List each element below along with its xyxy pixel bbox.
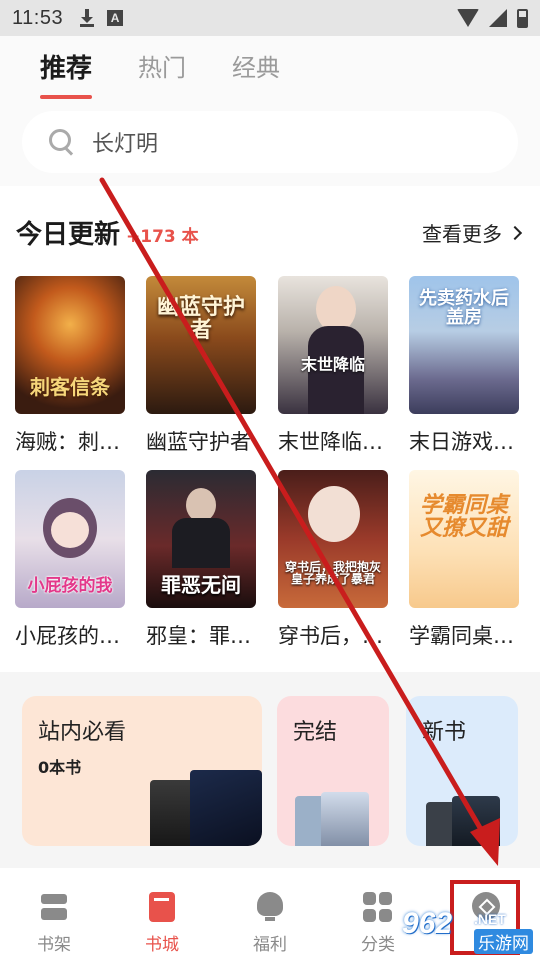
book-cover: 学霸同桌又撩又甜: [409, 470, 519, 608]
cover-title: 末世降临: [300, 355, 365, 375]
tab-hot[interactable]: 热门: [138, 48, 186, 99]
nav-label: 分类: [361, 935, 395, 955]
book-name: 海贼：刺…: [15, 430, 120, 454]
tab-bar: 推荐 热门 经典: [40, 48, 280, 99]
update-count: +173 本: [126, 227, 199, 247]
cover-title: 刺客信条: [30, 375, 110, 399]
chevron-right-icon: [507, 225, 523, 240]
status-icons-left: A: [79, 9, 124, 27]
mini-book-cover: [321, 792, 369, 846]
book-name: 邪皇：罪…: [146, 624, 251, 648]
nav-label: 福利: [253, 935, 287, 955]
mini-book-cover: [190, 770, 262, 846]
book-cover: 幽蓝守护者: [146, 276, 256, 414]
category-cards: 站内必看 0本书 完结 新书: [0, 672, 540, 868]
book-item[interactable]: 罪恶无间 邪皇：罪…: [146, 470, 258, 650]
book-item[interactable]: 学霸同桌又撩又甜 学霸同桌…: [409, 470, 521, 650]
book-name: 穿书后，…: [278, 624, 383, 648]
bookshelf-icon: [39, 892, 69, 922]
status-icons-right: [457, 8, 528, 28]
search-input[interactable]: 长灯明: [22, 111, 518, 173]
book-item[interactable]: 刺客信条 海贼：刺…: [15, 276, 127, 456]
nav-label: 书城: [145, 935, 179, 955]
watermark-suffix: .NET: [474, 911, 506, 927]
tab-classic[interactable]: 经典: [232, 48, 280, 99]
battery-icon: [517, 8, 528, 28]
status-bar: 11:53 A: [0, 0, 540, 36]
cover-title: 学霸同桌又撩又甜: [419, 493, 508, 542]
card-title: 新书: [422, 720, 467, 745]
card-title: 完结: [293, 720, 338, 745]
nav-label: 书架: [37, 935, 71, 955]
download-icon: [79, 9, 95, 27]
book-icon: [149, 892, 175, 922]
site-watermark: 962 .NET 乐游网: [402, 905, 536, 957]
book-item[interactable]: 穿书后，我把抱灰皇子养成了暴君 穿书后，…: [278, 470, 390, 650]
search-icon: [48, 128, 76, 156]
today-update-section: 今日更新 +173 本 查看更多 刺客信条 海贼：刺… 幽蓝守护者 幽蓝守护者 …: [0, 186, 540, 672]
book-cover: 刺客信条: [15, 276, 125, 414]
update-count-value: 173 本: [140, 227, 199, 247]
book-item[interactable]: 幽蓝守护者 幽蓝守护者: [146, 276, 258, 456]
nav-bookstore[interactable]: 书城: [112, 868, 212, 960]
cover-title: 穿书后，我把抱灰皇子养成了暴君: [284, 559, 381, 587]
signal-icon: [489, 9, 507, 27]
cover-title: 小屁孩的我: [27, 576, 113, 597]
book-cover: 小屁孩的我: [15, 470, 125, 608]
a-icon: A: [107, 10, 124, 26]
book-cover: 罪恶无间: [146, 470, 256, 608]
search-keyword: 长灯明: [92, 132, 159, 157]
section-title: 今日更新: [16, 220, 121, 250]
card-subtitle: 0本书: [38, 758, 82, 777]
card-completed[interactable]: 完结: [277, 696, 389, 846]
category-grid-icon: [363, 892, 393, 922]
watermark-site: 乐游网: [474, 929, 533, 954]
tab-recommend[interactable]: 推荐: [40, 48, 93, 99]
cover-title: 罪恶无间: [161, 573, 241, 597]
nav-bookshelf[interactable]: 书架: [4, 868, 104, 960]
see-more-label: 查看更多: [422, 222, 502, 246]
card-title: 站内必看: [38, 720, 127, 745]
cover-title: 先卖药水后盖房: [419, 288, 509, 328]
book-name: 学霸同桌…: [409, 624, 514, 648]
top-area: 推荐 热门 经典 长灯明: [0, 36, 540, 186]
cover-title: 幽蓝守护者: [156, 295, 245, 344]
book-cover: 先卖药水后盖房: [409, 276, 519, 414]
book-name: 末日游戏…: [409, 430, 514, 454]
book-name: 末世降临…: [278, 430, 383, 454]
book-name: 幽蓝守护者: [146, 430, 251, 454]
wifi-icon: [457, 9, 479, 27]
book-item[interactable]: 末世降临 末世降临…: [278, 276, 390, 456]
mini-book-cover: [452, 796, 500, 846]
book-item[interactable]: 先卖药水后盖房 末日游戏…: [409, 276, 521, 456]
book-cover: 穿书后，我把抱灰皇子养成了暴君: [278, 470, 388, 608]
status-time: 11:53: [12, 6, 64, 29]
book-name: 小屁孩的…: [15, 624, 120, 648]
watermark-number: 962: [402, 907, 453, 940]
bulb-icon: [255, 892, 285, 922]
card-new-books[interactable]: 新书: [406, 696, 518, 846]
nav-welfare[interactable]: 福利: [220, 868, 320, 960]
book-cover: 末世降临: [278, 276, 388, 414]
book-item[interactable]: 小屁孩的我 小屁孩的…: [15, 470, 127, 650]
card-must-read[interactable]: 站内必看 0本书: [22, 696, 262, 846]
see-more-button[interactable]: 查看更多: [422, 218, 523, 247]
